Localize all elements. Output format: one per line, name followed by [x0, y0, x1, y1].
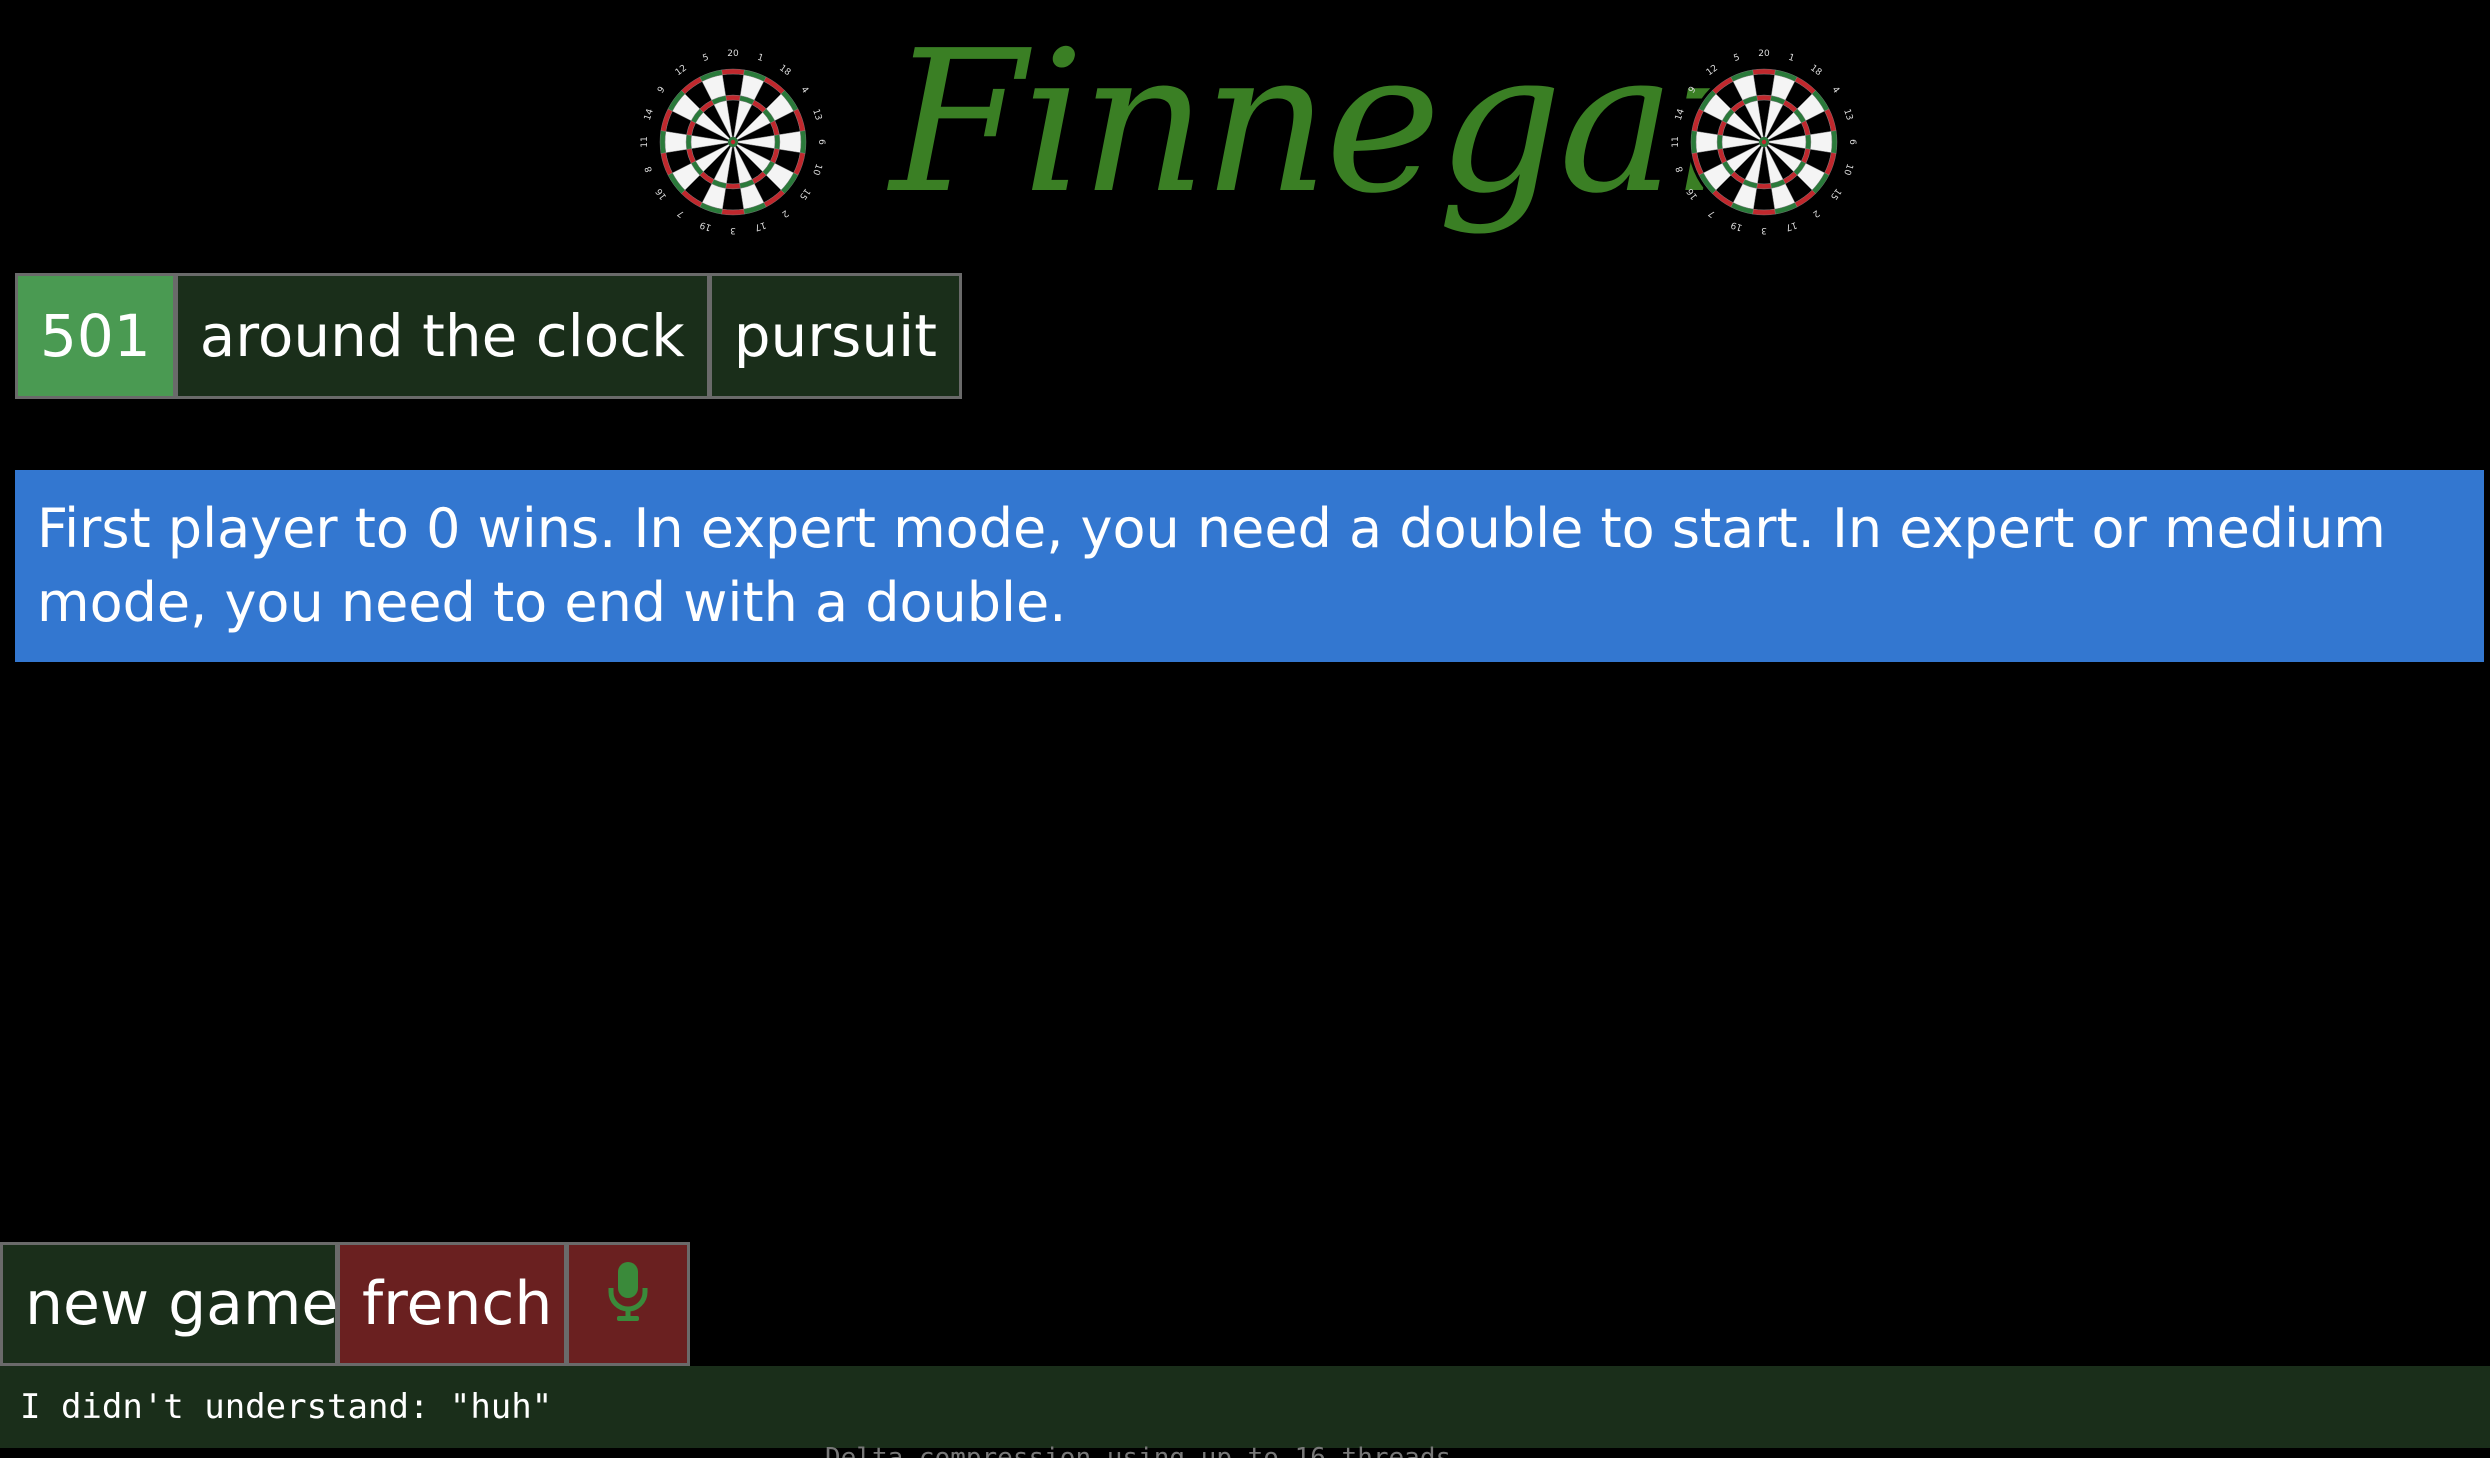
- tab-501[interactable]: 501: [15, 273, 176, 399]
- dartboard-number-label: 15: [1828, 186, 1843, 201]
- dartboard-number-label: 12: [674, 63, 689, 78]
- dartboard-number-label: 11: [640, 136, 650, 147]
- dartboard-number-label: 4: [798, 85, 810, 96]
- language-button[interactable]: french: [337, 1242, 567, 1366]
- microphone-icon: [606, 1245, 650, 1363]
- header: 20 1 18 4 13 6 10 15 2 17 3 19 7 16 8 11 14 9 12 5 Finnegan…: [0, 0, 2490, 270]
- dartboard-number-label: 15: [797, 186, 812, 201]
- dartboard-number-label: 19: [699, 219, 713, 232]
- dartboard-number-label: 2: [1810, 207, 1821, 218]
- dartboard-number-label: 20: [1758, 49, 1770, 59]
- dartboard-number-label: 10: [810, 162, 823, 176]
- dartboard-number-label: 1: [756, 53, 765, 64]
- microphone-button[interactable]: [566, 1242, 690, 1366]
- dartboard-number-label: 13: [810, 108, 823, 122]
- dartboard-number-label: 18: [777, 63, 792, 78]
- dartboard-number-label: 14: [643, 108, 656, 122]
- tab-pursuit[interactable]: pursuit: [708, 273, 962, 399]
- dartboard-number-label: 1: [1787, 53, 1796, 64]
- dartboard-number-label: 3: [1761, 225, 1767, 235]
- dartboard-number-label: 11: [1671, 136, 1681, 147]
- dartboard-number-label: 20: [727, 49, 739, 59]
- dartboard-number-label: 6: [816, 139, 826, 145]
- dartboard-number-label: 3: [730, 225, 736, 235]
- new-game-button[interactable]: new game: [0, 1242, 338, 1366]
- dartboard-number-label: 7: [676, 207, 687, 218]
- dartboard-number-label: 7: [1707, 207, 1718, 218]
- dartboard-number-label: 12: [1705, 63, 1720, 78]
- dartboard-number-label: 9: [1687, 85, 1699, 96]
- tab-around-the-clock[interactable]: around the clock: [174, 273, 710, 399]
- dartboard-number-label: 19: [1730, 219, 1744, 232]
- dartboard-number-label: 5: [1733, 53, 1742, 64]
- status-message: I didn't understand: "huh": [0, 1366, 2490, 1448]
- dartboard-number-label: 16: [654, 186, 669, 201]
- dartboard-right-icon: 20 1 18 4 13 6 10 15 2 17 3 19 7 16 8 11 14 9 12 5: [1664, 42, 1864, 242]
- dartboard-number-label: 18: [1808, 63, 1823, 78]
- dartboard-number-label: 13: [1841, 108, 1854, 122]
- dartboard-number-label: 14: [1674, 108, 1687, 122]
- dartboard-number-label: 17: [753, 219, 767, 232]
- dartboard-number-label: 10: [1841, 162, 1854, 176]
- bottom-bar: new game french: [0, 1242, 690, 1366]
- dartboard-number-label: 5: [702, 53, 711, 64]
- dartboard-number-label: 17: [1784, 219, 1798, 232]
- game-description: First player to 0 wins. In expert mode, …: [15, 470, 2484, 662]
- game-mode-tabs: 501 around the clock pursuit: [15, 273, 962, 399]
- dartboard-number-label: 9: [656, 85, 668, 96]
- dartboard-number-label: 4: [1829, 85, 1841, 96]
- background-terminal-text: Delta compression using up to 16 threads: [825, 1443, 1452, 1458]
- dartboard-number-label: 8: [1675, 165, 1686, 174]
- dartboard-number-label: 16: [1685, 186, 1700, 201]
- dartboard-number-label: 6: [1847, 139, 1857, 145]
- dartboard-left-icon: 20 1 18 4 13 6 10 15 2 17 3 19 7 16 8 11 14 9 12 5: [633, 42, 833, 242]
- app-title: Finnegan: [890, 9, 1798, 237]
- dartboard-number-label: 2: [779, 207, 790, 218]
- dartboard-number-label: 8: [644, 165, 655, 174]
